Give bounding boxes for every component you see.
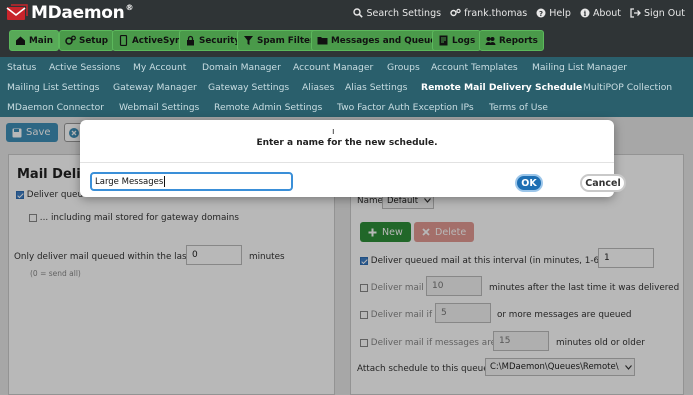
schedule-name-input[interactable]: Large Messages [90, 172, 293, 191]
subnav-alias-settings[interactable]: Alias Settings [345, 82, 407, 93]
gears-icon [65, 35, 76, 45]
nav-spam-filter[interactable]: Spam Filter [237, 30, 321, 51]
search-settings-label: Search Settings [366, 7, 442, 19]
subnav-multipop-collection[interactable]: MultiPOP Collection [583, 82, 672, 93]
dialog-divider [80, 162, 614, 163]
nav-logs[interactable]: Logs [432, 30, 482, 51]
app-logo[interactable]: MDaemon® [6, 3, 133, 23]
gears-icon [450, 8, 461, 17]
dialog-prompt: Enter a name for the new schedule. [256, 138, 438, 148]
subnav-mdaemon-connector[interactable]: MDaemon Connector [7, 102, 104, 113]
search-icon [353, 8, 364, 18]
log-file-icon [439, 35, 448, 46]
user-name: frank.thomas [464, 7, 528, 19]
subnav-remote-mail-delivery-schedule[interactable]: Remote Mail Delivery Schedule [421, 82, 582, 93]
svg-text:i: i [584, 9, 587, 18]
subnav-status[interactable]: Status [7, 62, 36, 73]
subnav-account-manager[interactable]: Account Manager [293, 62, 373, 73]
nav-setup-label: Setup [79, 35, 109, 46]
sign-out-link[interactable]: Sign Out [630, 8, 685, 19]
mobile-icon [119, 35, 128, 46]
subnav-mailing-list-manager[interactable]: Mailing List Manager [532, 62, 627, 73]
subnav-active-sessions[interactable]: Active Sessions [49, 62, 120, 73]
subnav-row-1: Status Active Sessions My Account Domain… [0, 57, 693, 77]
nav-messages-queues[interactable]: Messages and Queues [311, 30, 448, 51]
subnav-gateway-manager[interactable]: Gateway Manager [113, 82, 197, 93]
subnav-groups[interactable]: Groups [387, 62, 420, 73]
folder-icon [317, 37, 328, 45]
svg-text:?: ? [539, 10, 543, 18]
subnav-row-3: MDaemon Connector Webmail Settings Remot… [0, 97, 693, 117]
subnav-domain-manager[interactable]: Domain Manager [202, 62, 281, 73]
nav-messages-queues-label: Messages and Queues [331, 35, 442, 46]
nav-security-label: Security [199, 35, 241, 46]
main-nav: Main Setup ActiveSync Security Spam Filt… [0, 26, 693, 57]
search-settings-link[interactable]: Search Settings [353, 8, 441, 19]
user-menu[interactable]: frank.thomas [450, 8, 527, 19]
nav-logs-label: Logs [452, 35, 476, 46]
nav-main[interactable]: Main [9, 30, 59, 51]
nav-main-label: Main [29, 35, 53, 46]
subnav-webmail-settings[interactable]: Webmail Settings [119, 102, 199, 113]
mdaemon-logo-icon [6, 4, 28, 22]
subnav-mailing-list-settings[interactable]: Mailing List Settings [7, 82, 99, 93]
subnav-two-factor-auth-exception-ips[interactable]: Two Factor Auth Exception IPs [337, 102, 474, 113]
subnav-my-account[interactable]: My Account [133, 62, 186, 73]
info-icon: i [580, 8, 590, 18]
about-link[interactable]: i About [580, 8, 621, 19]
subnav-account-templates[interactable]: Account Templates [431, 62, 518, 73]
subnav-row-2: Mailing List Settings Gateway Manager Ga… [0, 77, 693, 97]
nav-reports[interactable]: Reports [479, 30, 544, 51]
filter-icon [244, 36, 253, 45]
cursor-mark: ı [332, 127, 335, 137]
header-actions: Search Settings frank.thomas ? Help i Ab… [353, 0, 685, 26]
subnav-terms-of-use[interactable]: Terms of Use [489, 102, 548, 113]
sign-out-label: Sign Out [644, 7, 685, 19]
schedule-name-input-value: Large Messages [95, 176, 164, 187]
ok-button[interactable]: OK [515, 174, 543, 192]
lock-icon [187, 35, 194, 46]
help-icon: ? [536, 8, 546, 18]
nav-setup[interactable]: Setup [59, 30, 115, 51]
help-link[interactable]: ? Help [536, 8, 571, 19]
text-caret [164, 176, 166, 187]
cancel-button[interactable]: Cancel [580, 174, 626, 192]
about-label: About [592, 7, 622, 19]
subnav-remote-admin-settings[interactable]: Remote Admin Settings [214, 102, 322, 113]
nav-spam-filter-label: Spam Filter [257, 35, 315, 46]
subnav-gateway-settings[interactable]: Gateway Settings [208, 82, 289, 93]
subnav-aliases[interactable]: Aliases [302, 82, 334, 93]
app-brand: MDaemon® [31, 3, 134, 23]
new-schedule-dialog: ı Enter a name for the new schedule. Lar… [80, 120, 626, 197]
nav-reports-label: Reports [499, 35, 538, 46]
sign-out-icon [630, 8, 641, 18]
top-bar: MDaemon® Search Settings frank.thomas ? … [0, 0, 693, 26]
reports-icon [485, 37, 496, 45]
home-icon [16, 36, 25, 45]
help-label: Help [549, 7, 571, 19]
